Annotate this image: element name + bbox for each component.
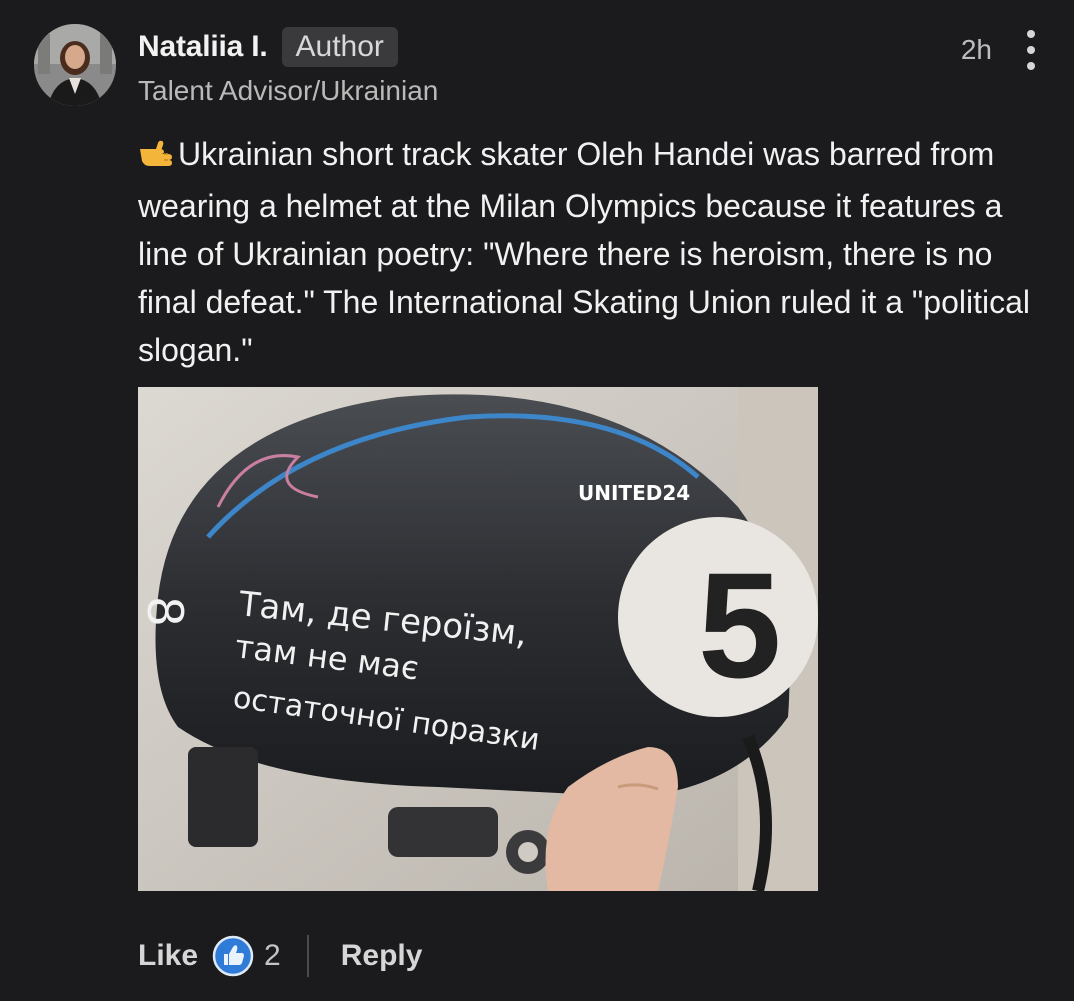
helmet-number: 5 [698, 541, 781, 709]
pointing-hand-icon [138, 134, 176, 182]
name-row: Nataliia I. Author [138, 24, 1034, 70]
avatar[interactable] [34, 24, 116, 106]
author-headline: Talent Advisor/Ukrainian [138, 75, 439, 106]
avatar-photo [34, 24, 116, 106]
helmet-side-logo: 8 [138, 597, 194, 626]
helmet-photo: 5 8 UNITED24 Там, де героїзм, там не має… [138, 387, 818, 891]
like-button[interactable]: Like [138, 939, 198, 973]
comment-meta: 2h [961, 30, 1038, 70]
comment-actions: Like 2 Reply [138, 930, 422, 982]
like-thumb-icon[interactable] [212, 935, 254, 977]
author-name[interactable]: Nataliia I. [138, 30, 268, 64]
watermark: UNITED24 [578, 481, 690, 505]
more-vertical-icon[interactable] [1024, 30, 1038, 70]
comment: Nataliia I. Author Talent Advisor/Ukrain… [0, 0, 1074, 1001]
reply-button[interactable]: Reply [341, 939, 423, 973]
comment-header: Nataliia I. Author Talent Advisor/Ukrain… [138, 24, 1034, 108]
comment-body: Ukrainian short track skater Oleh Handei… [138, 130, 1048, 374]
reaction-count[interactable]: 2 [264, 939, 281, 973]
comment-body-text: Ukrainian short track skater Oleh Handei… [138, 136, 1030, 368]
post-image[interactable]: 5 8 UNITED24 Там, де героїзм, там не має… [138, 387, 818, 891]
actions-divider [306, 935, 309, 977]
author-badge: Author [281, 27, 398, 67]
timestamp: 2h [960, 34, 992, 65]
